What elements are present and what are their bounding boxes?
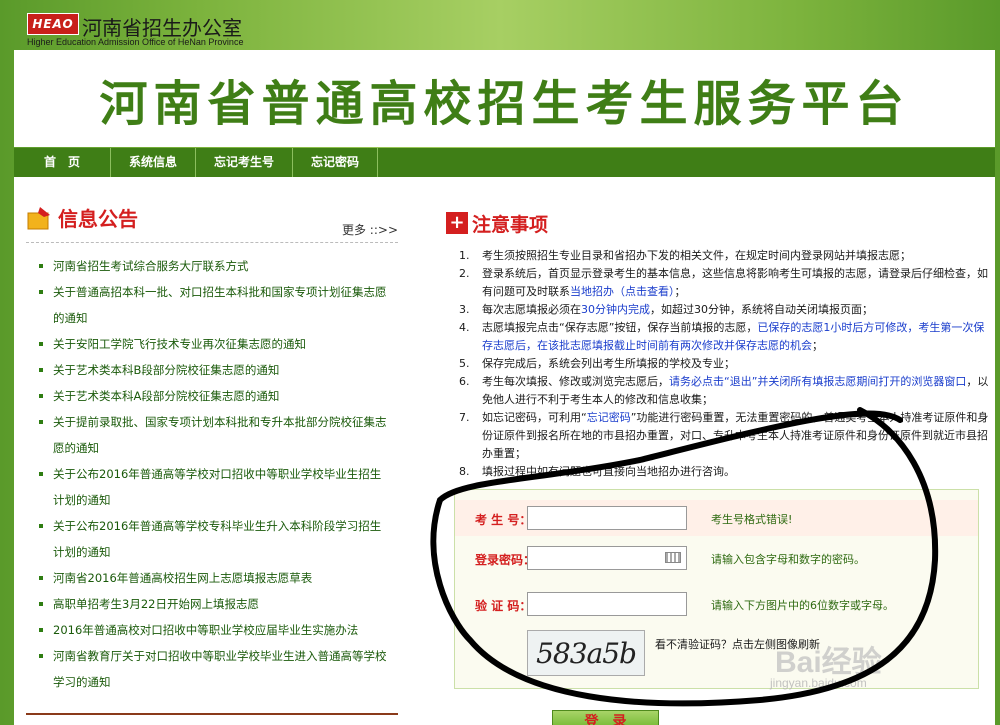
notice-title: 注意事项 [472, 214, 549, 236]
login-form: 考 生 号： 考生号格式错误! 登录密码： 请输入包含字母和数字的密码。 验 证… [454, 489, 979, 689]
divider [26, 713, 398, 725]
rule-number: 8. [459, 465, 470, 478]
list-item[interactable]: 关于普通高招本科一批、对口招生本科批和国家专项计划征集志愿的通知 [39, 279, 389, 331]
info-section-header: 信息公告 更多 ::>> [26, 203, 398, 243]
captcha-input[interactable] [527, 592, 687, 616]
nav-forgot-password[interactable]: 忘记密码 [293, 148, 379, 177]
rule-text: 考生须按照招生专业目录和省招办下发的相关文件，在规定时间内登录网站并填报志愿； [482, 249, 911, 262]
more-link[interactable]: 更多 ::>> [342, 221, 398, 238]
rule-highlight[interactable]: 当地招办（点击查看） [570, 285, 675, 298]
keyboard-icon[interactable] [665, 552, 681, 563]
rule-text: 保存完成后，系统会列出考生所填报的学校及专业； [482, 357, 735, 370]
captcha-label: 验 证 码： [475, 599, 532, 613]
rule-item: 8. 填报过程中如有问题也可直接向当地招办进行咨询。 [459, 463, 989, 481]
rule-text: 考生每次填报、修改或浏览完志愿后， [482, 375, 669, 388]
list-item[interactable]: 河南省招生考试综合服务大厅联系方式 [39, 253, 389, 279]
list-item[interactable]: 2016年普通高校对口招收中等职业学校应届毕业生实施办法 [39, 617, 389, 643]
list-item[interactable]: 关于公布2016年普通高等学校对口招收中等职业学校毕业生招生计划的通知 [39, 461, 389, 513]
rule-number: 7. [459, 411, 470, 424]
rule-text: 如忘记密码，可利用“ [482, 411, 587, 424]
rule-item: 1. 考生须按照招生专业目录和省招办下发的相关文件，在规定时间内登录网站并填报志愿… [459, 247, 989, 265]
office-name-en: Higher Education Admission Office of HeN… [27, 37, 244, 47]
captcha-hint: 请输入下方图片中的6位数字或字母。 [711, 599, 894, 612]
list-item[interactable]: 关于艺术类本科A段部分院校征集志愿的通知 [39, 383, 389, 409]
rule-text: ，如超过30分钟，系统将自动关闭填报页面； [650, 303, 873, 316]
rule-number: 5. [459, 357, 470, 370]
list-item[interactable]: 高职单招考生3月22日开始网上填报志愿 [39, 591, 389, 617]
rule-item: 7. 如忘记密码，可利用“忘记密码”功能进行密码重置，无法重置密码的，普通类考生本… [459, 409, 989, 463]
password-row: 登录密码： 请输入包含字母和数字的密码。 [455, 540, 978, 576]
list-item[interactable]: 关于提前录取批、国家专项计划本科批和专升本批部分院校征集志愿的通知 [39, 409, 389, 461]
rules-list: 1. 考生须按照招生专业目录和省招办下发的相关文件，在规定时间内登录网站并填报志愿… [459, 247, 989, 481]
heao-logo: HEAO [27, 13, 79, 35]
nav-home[interactable]: 首 页 [14, 148, 112, 177]
baidu-watermark: Bai经验 [775, 646, 882, 679]
rule-text: 志愿填报完点击“保存志愿”按钮，保存当前填报的志愿， [482, 321, 758, 334]
captcha-image[interactable]: 583a5b [527, 630, 645, 676]
captcha-row: 验 证 码： 请输入下方图片中的6位数字或字母。 [455, 586, 978, 622]
rule-number: 1. [459, 249, 470, 262]
rule-number: 3. [459, 303, 470, 316]
baidu-watermark-url: jingyan.baidu.com [770, 676, 867, 690]
banner: 河南省普通高校招生考生服务平台 [14, 50, 995, 147]
rule-number: 6. [459, 375, 470, 388]
password-label: 登录密码： [475, 553, 536, 567]
password-hint: 请输入包含字母和数字的密码。 [711, 553, 865, 566]
page-title: 河南省普通高校招生考生服务平台 [99, 75, 910, 132]
password-input[interactable] [527, 546, 687, 570]
rule-item: 2. 登录系统后，首页显示登录考生的基本信息，这些信息将影响考生可填报的志愿，请登… [459, 265, 989, 301]
rule-text: 每次志愿填报必须在 [482, 303, 581, 316]
exam-number-input[interactable] [527, 506, 687, 530]
exam-number-error: 考生号格式错误! [711, 513, 793, 526]
nav-system-info[interactable]: 系统信息 [111, 148, 197, 177]
rule-text: 填报过程中如有问题也可直接向当地招办进行咨询。 [482, 465, 735, 478]
rule-item: 5. 保存完成后，系统会列出考生所填报的学校及专业； [459, 355, 989, 373]
list-item[interactable]: 关于安阳工学院飞行技术专业再次征集志愿的通知 [39, 331, 389, 357]
rule-item: 4. 志愿填报完点击“保存志愿”按钮，保存当前填报的志愿，已保存的志愿1小时后方可… [459, 319, 989, 355]
info-title: 信息公告 [58, 207, 138, 231]
news-list: 河南省招生考试综合服务大厅联系方式 关于普通高招本科一批、对口招生本科批和国家专… [39, 253, 389, 695]
rule-highlight[interactable]: 请务必点击“退出”并关闭所有填报志愿期间打开的浏览器窗口 [669, 375, 966, 388]
rule-highlight[interactable]: 忘记密码 [587, 411, 631, 424]
top-header: HEAO 河南省招生办公室 Higher Education Admission… [0, 0, 1000, 50]
list-item[interactable]: 河南省教育厅关于对口招收中等职业学校毕业生进入普通高等学校学习的通知 [39, 643, 389, 695]
rule-text: ； [674, 285, 686, 298]
login-button[interactable]: 登 录 [552, 710, 659, 725]
rule-text: ； [812, 339, 823, 352]
rule-highlight[interactable]: 30分钟内完成 [581, 303, 650, 316]
list-item[interactable]: 关于公布2016年普通高等学校专科毕业生升入本科阶段学习招生计划的通知 [39, 513, 389, 565]
rule-item: 3. 每次志愿填报必须在30分钟内完成，如超过30分钟，系统将自动关闭填报页面； [459, 301, 989, 319]
plus-icon: + [446, 212, 468, 234]
rule-text: 登录系统后，首页显示登录考生的基本信息，这些信息将影响考生可填报的志愿，请登录后… [482, 267, 988, 298]
list-item[interactable]: 关于艺术类本科B段部分院校征集志愿的通知 [39, 357, 389, 383]
nav-forgot-exam-number[interactable]: 忘记考生号 [196, 148, 294, 177]
main-nav: 首 页 系统信息 忘记考生号 忘记密码 [14, 148, 995, 177]
rule-number: 4. [459, 321, 470, 334]
exam-number-row: 考 生 号： 考生号格式错误! [455, 500, 978, 536]
rule-number: 2. [459, 267, 470, 280]
exam-number-label: 考 生 号： [475, 513, 532, 527]
list-item[interactable]: 河南省2016年普通高校招生网上志愿填报志愿草表 [39, 565, 389, 591]
pushpin-icon [27, 207, 50, 230]
rule-item: 6. 考生每次填报、修改或浏览完志愿后，请务必点击“退出”并关闭所有填报志愿期间打… [459, 373, 989, 409]
